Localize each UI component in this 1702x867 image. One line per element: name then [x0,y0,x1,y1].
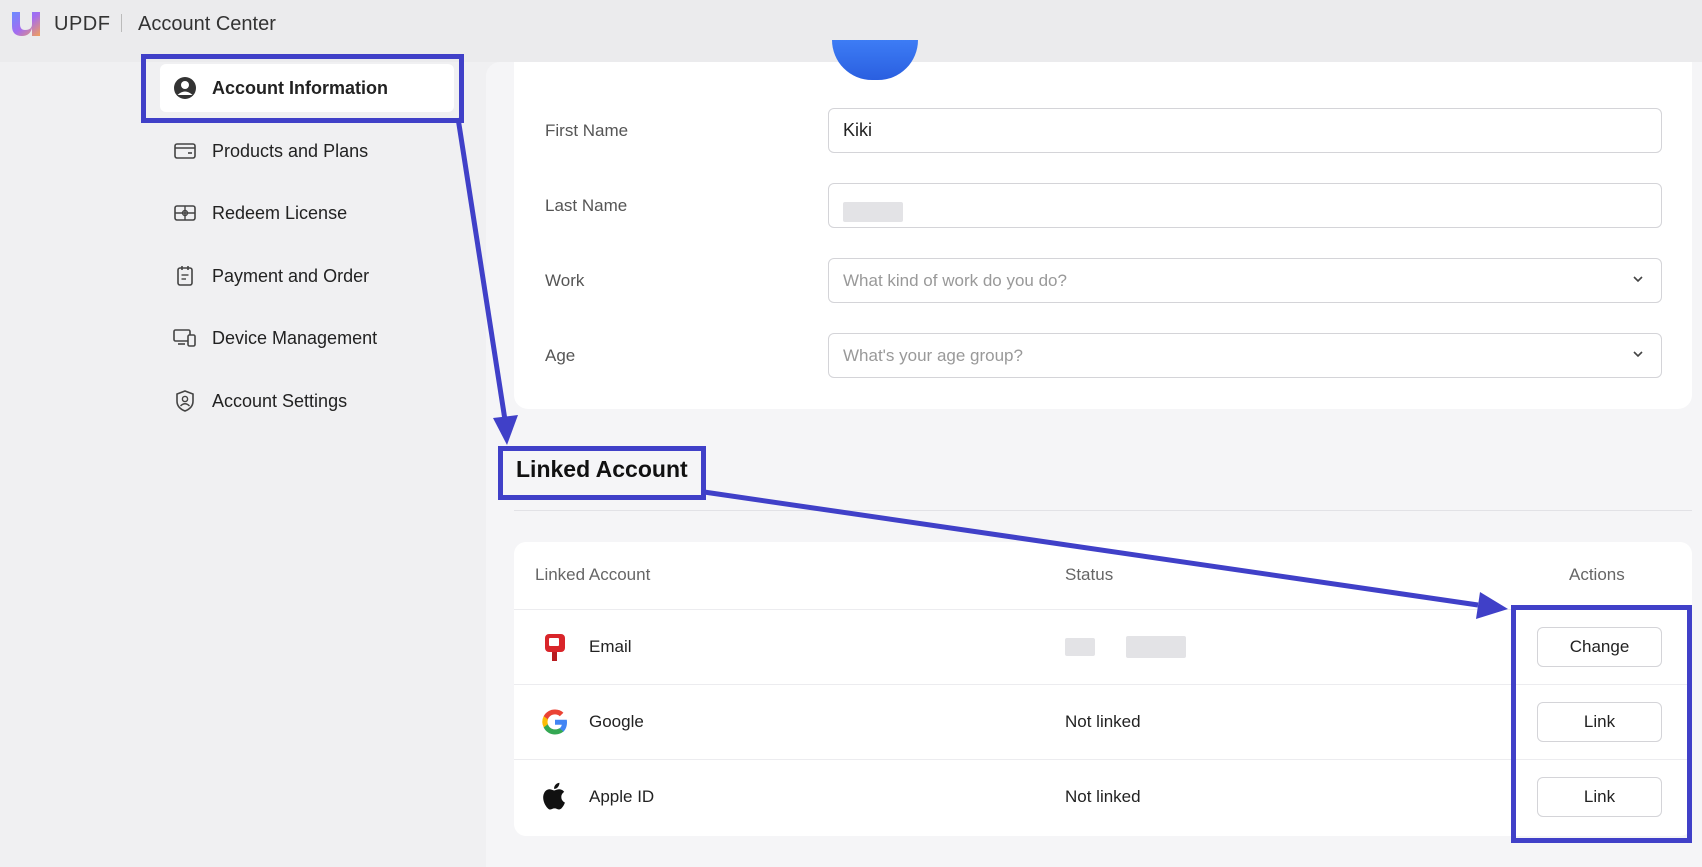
first-name-label: First Name [545,121,629,140]
highlight-box-linked-account [498,446,706,500]
google-icon [542,709,567,735]
redacted-last-name [843,201,903,222]
account-status: Not linked [1065,787,1141,806]
account-name: Google [589,712,644,731]
highlight-box-actions [1511,605,1692,843]
column-header-account: Linked Account [535,565,651,584]
sidebar-item-label: Products and Plans [212,140,369,161]
work-select[interactable]: What kind of work do you do? [828,258,1662,303]
last-name-label: Last Name [545,196,628,215]
sidebar-item-products-and-plans[interactable]: Products and Plans [160,127,454,175]
sidebar-item-label: Payment and Order [212,265,370,286]
account-name: Apple ID [589,787,655,806]
sidebar-item-device-management[interactable]: Device Management [160,314,454,362]
work-label: Work [545,271,585,290]
first-name-value: Kiki [843,120,873,140]
updf-logo-icon [12,12,40,36]
sidebar-item-redeem-license[interactable]: Redeem License [160,189,454,237]
redacted-email-part [1065,638,1095,656]
devices-icon [172,325,198,351]
sidebar-item-label: Redeem License [212,202,348,223]
brand-name: UPDF [54,13,111,35]
card-icon [172,138,198,164]
chevron-down-icon [1633,351,1643,358]
receipt-icon [172,263,198,289]
first-name-field[interactable]: Kiki [828,108,1662,153]
account-status: Not linked [1065,712,1141,731]
age-placeholder: What's your age group? [843,345,1023,365]
mailbox-icon [545,634,565,661]
section-divider [514,510,1692,511]
column-header-actions: Actions [1569,565,1625,584]
age-select[interactable]: What's your age group? [828,333,1662,378]
sidebar-item-payment-and-order[interactable]: Payment and Order [160,252,454,300]
sidebar-item-label: Account Settings [212,390,348,411]
title-separator [121,14,122,32]
gift-icon [172,200,198,226]
chevron-down-icon [1633,276,1643,283]
age-label: Age [545,346,576,365]
sidebar-item-account-settings[interactable]: Account Settings [160,377,454,425]
sidebar-item-label: Device Management [212,327,378,348]
account-name: Email [589,637,632,656]
account-status [1065,636,1186,658]
redacted-email-part [1125,636,1186,658]
apple-icon [543,782,565,810]
highlight-box-account-information [141,54,464,123]
shield-user-icon [172,388,198,414]
column-header-status: Status [1065,565,1114,584]
last-name-field[interactable] [828,183,1662,228]
page-title: Account Center [138,13,276,35]
work-placeholder: What kind of work do you do? [843,270,1067,290]
